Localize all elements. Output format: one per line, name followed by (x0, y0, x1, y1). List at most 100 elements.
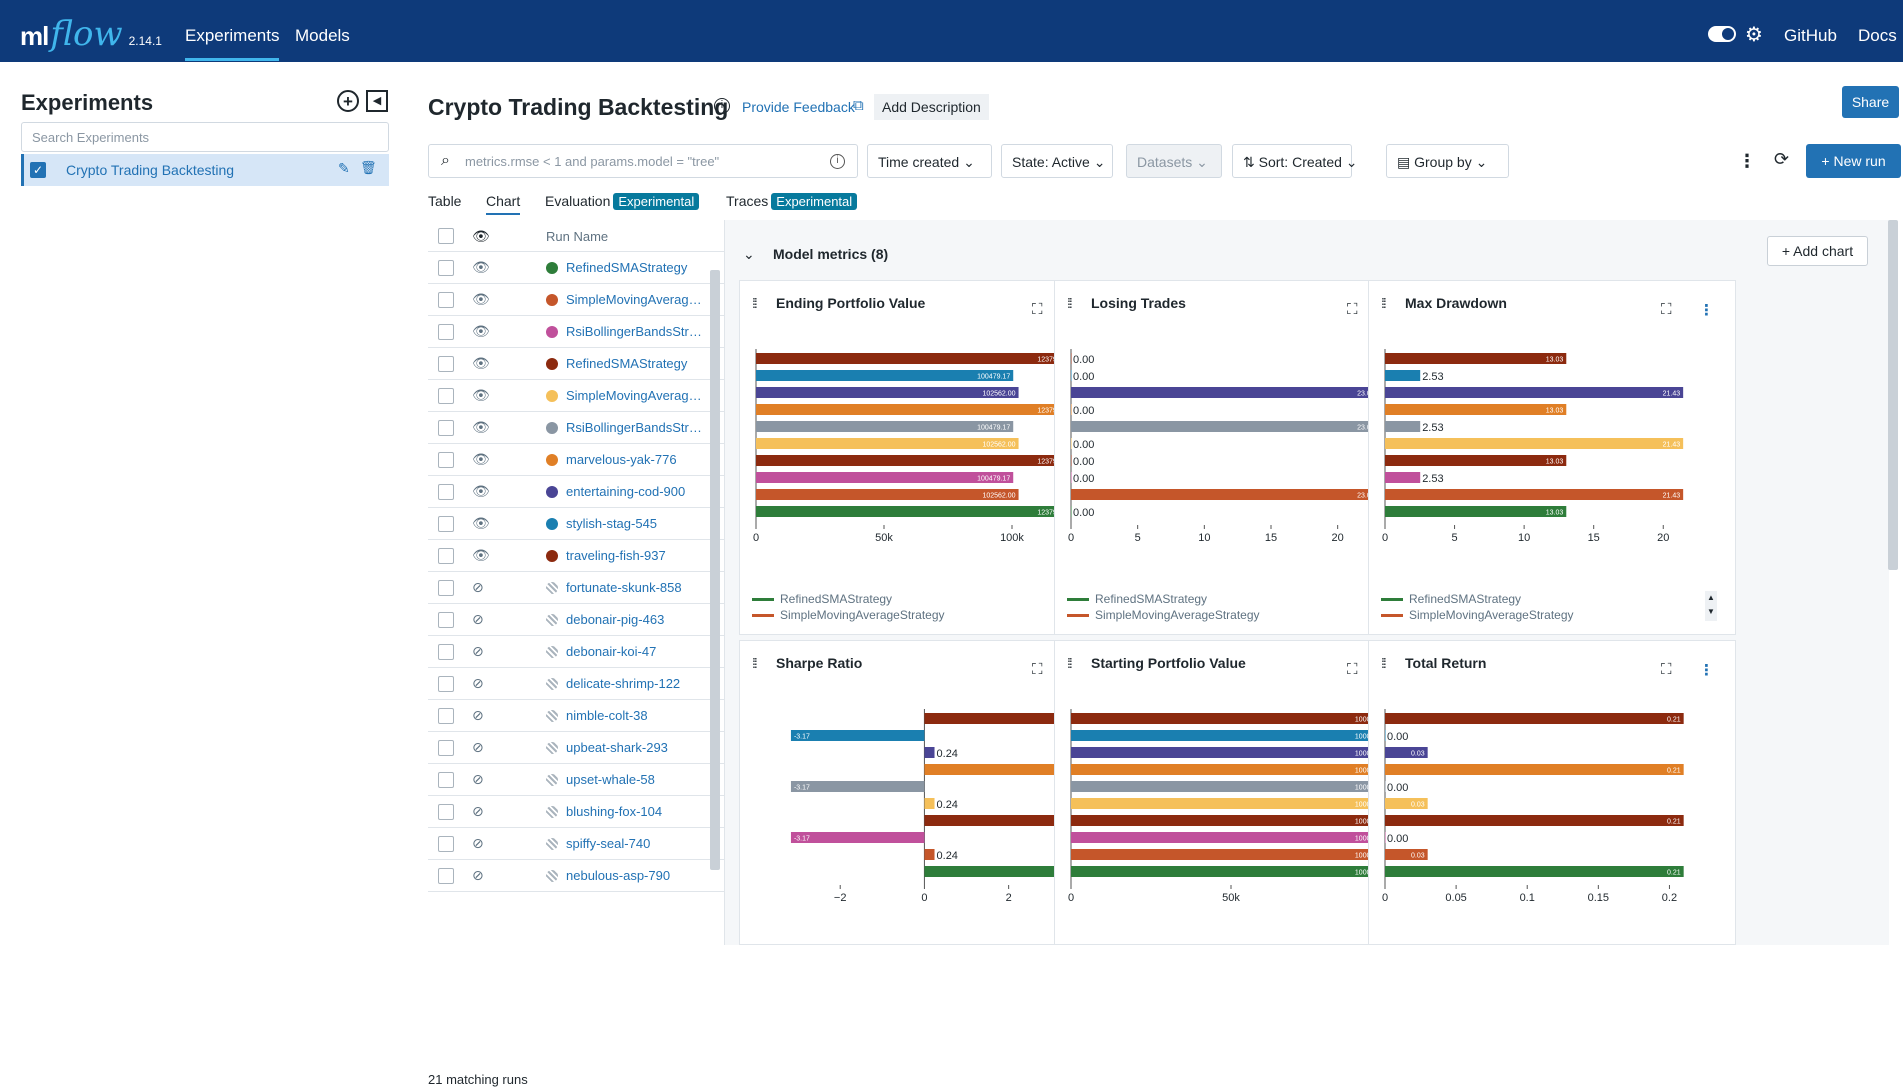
add-experiment-icon[interactable]: + (337, 90, 359, 112)
row-checkbox[interactable] (438, 868, 454, 884)
table-row[interactable]: 👁 RsiBollingerBandsStrategy (428, 412, 724, 444)
chevron-down-icon[interactable]: ⌄ (743, 246, 755, 263)
nav-experiments[interactable]: Experiments (185, 26, 280, 61)
row-checkbox[interactable] (438, 612, 454, 628)
run-color-dot[interactable] (546, 294, 558, 306)
drag-handle-icon[interactable]: ⁞⁞ (1381, 295, 1387, 311)
add-description-button[interactable]: Add Description (874, 94, 989, 120)
drag-handle-icon[interactable]: ⁞⁞ (1381, 655, 1387, 671)
fullscreen-icon[interactable]: ⛶ (1032, 661, 1043, 678)
eye-off-icon[interactable]: ⊘ (472, 579, 484, 596)
run-color-dot[interactable] (546, 614, 558, 626)
drag-handle-icon[interactable]: ⁞⁞ (752, 655, 758, 671)
run-color-dot[interactable] (546, 774, 558, 786)
row-checkbox[interactable] (438, 324, 454, 340)
legend-scroll[interactable]: ▲▼ (1705, 591, 1717, 621)
table-row[interactable]: ⊘ debonair-koi-47 (428, 636, 724, 668)
eye-off-icon[interactable]: ⊘ (472, 707, 484, 724)
run-color-dot[interactable] (546, 422, 558, 434)
run-color-dot[interactable] (546, 486, 558, 498)
run-color-dot[interactable] (546, 678, 558, 690)
run-color-dot[interactable] (546, 390, 558, 402)
run-name-link[interactable]: fortunate-skunk-858 (566, 580, 706, 595)
row-checkbox[interactable] (438, 580, 454, 596)
fullscreen-icon[interactable]: ⛶ (1661, 301, 1672, 318)
table-row[interactable]: 👁 SimpleMovingAverageStr... (428, 380, 724, 412)
run-color-dot[interactable] (546, 646, 558, 658)
row-checkbox[interactable] (438, 644, 454, 660)
provide-feedback-link[interactable]: Provide Feedback (742, 99, 855, 115)
eye-icon[interactable]: 👁 (472, 515, 490, 532)
run-name-link[interactable]: traveling-fish-937 (566, 548, 706, 563)
external-link-icon[interactable]: ⧉ (853, 97, 864, 114)
drag-handle-icon[interactable]: ⁞⁞ (752, 295, 758, 311)
run-name-link[interactable]: nebulous-asp-790 (566, 868, 706, 883)
eye-icon[interactable]: 👁 (472, 419, 490, 436)
eye-icon[interactable]: 👁 (472, 483, 490, 500)
table-row[interactable]: 👁 RefinedSMAStrategy (428, 252, 724, 284)
row-checkbox[interactable] (438, 708, 454, 724)
search-info-icon[interactable]: i (830, 154, 845, 169)
eye-icon[interactable]: 👁 (472, 355, 490, 372)
eye-off-icon[interactable]: ⊘ (472, 835, 484, 852)
run-name-link[interactable]: entertaining-cod-900 (566, 484, 706, 499)
legend-item[interactable]: SimpleMovingAverageStrategy (1381, 607, 1574, 623)
eye-off-icon[interactable]: ⊘ (472, 675, 484, 692)
state-dropdown[interactable]: State: Active ⌄ (1001, 144, 1113, 178)
run-name-link[interactable]: marvelous-yak-776 (566, 452, 706, 467)
nav-docs[interactable]: Docs (1858, 26, 1897, 46)
run-name-link[interactable]: delicate-shrimp-122 (566, 676, 706, 691)
run-color-dot[interactable] (546, 454, 558, 466)
sort-dropdown[interactable]: ⇅ Sort: Created ⌄ (1232, 144, 1358, 178)
run-name-link[interactable]: RsiBollingerBandsStrategy (566, 324, 706, 339)
eye-icon[interactable]: 👁 (472, 323, 490, 340)
eye-icon[interactable]: 👁 (472, 259, 490, 276)
search-experiments-input[interactable]: Search Experiments (21, 122, 389, 152)
run-name-link[interactable]: debonair-koi-47 (566, 644, 706, 659)
row-checkbox[interactable] (438, 260, 454, 276)
fullscreen-icon[interactable]: ⛶ (1347, 661, 1358, 678)
select-all-checkbox[interactable] (438, 228, 454, 244)
row-checkbox[interactable] (438, 292, 454, 308)
eye-off-icon[interactable]: ⊘ (472, 803, 484, 820)
mlflow-logo[interactable]: ml flow 2.14.1 (20, 14, 162, 54)
drag-handle-icon[interactable]: ⁞⁞ (1067, 655, 1073, 671)
legend-item[interactable]: SimpleMovingAverageStrategy (752, 607, 945, 623)
run-color-dot[interactable] (546, 582, 558, 594)
more-options-icon[interactable]: ⋮ (1738, 151, 1756, 172)
row-checkbox[interactable] (438, 420, 454, 436)
chart-menu-icon[interactable]: ⋮ (1699, 301, 1714, 319)
row-checkbox[interactable] (438, 516, 454, 532)
tab-table[interactable]: Table (428, 193, 461, 209)
row-checkbox[interactable] (438, 804, 454, 820)
tab-traces[interactable]: Traces Experimental (726, 193, 858, 210)
dark-mode-toggle[interactable] (1708, 26, 1736, 42)
edit-pencil-icon[interactable]: ✎ (338, 160, 350, 177)
run-name-link[interactable]: nimble-colt-38 (566, 708, 706, 723)
run-color-dot[interactable] (546, 742, 558, 754)
sidebar-item-experiment[interactable]: ✓ Crypto Trading Backtesting ✎ 🗑 (21, 154, 389, 186)
add-chart-button[interactable]: + Add chart (1767, 236, 1868, 266)
drag-handle-icon[interactable]: ⁞⁞ (1067, 295, 1073, 311)
legend-item[interactable]: SimpleMovingAverageStrategy (1067, 607, 1260, 623)
run-name-link[interactable]: RefinedSMAStrategy (566, 356, 706, 371)
table-row[interactable]: ⊘ fortunate-skunk-858 (428, 572, 724, 604)
run-name-link[interactable]: upbeat-shark-293 (566, 740, 706, 755)
row-checkbox[interactable] (438, 356, 454, 372)
table-row[interactable]: 👁 traveling-fish-937 (428, 540, 724, 572)
collapse-sidebar-icon[interactable]: ◀ (366, 90, 388, 112)
eye-icon[interactable]: 👁 (472, 547, 490, 564)
run-name-link[interactable]: upset-whale-58 (566, 772, 706, 787)
run-name-link[interactable]: RsiBollingerBandsStrategy (566, 420, 706, 435)
time-created-dropdown[interactable]: Time created ⌄ (867, 144, 992, 178)
run-color-dot[interactable] (546, 550, 558, 562)
fullscreen-icon[interactable]: ⛶ (1347, 301, 1358, 318)
eye-icon[interactable]: 👁 (472, 291, 490, 308)
run-color-dot[interactable] (546, 870, 558, 882)
row-checkbox[interactable] (438, 452, 454, 468)
table-row[interactable]: ⊘ upbeat-shark-293 (428, 732, 724, 764)
page-scrollbar[interactable] (1888, 220, 1898, 570)
runs-search-input[interactable]: ⌕ metrics.rmse < 1 and params.model = "t… (428, 144, 858, 178)
run-color-dot[interactable] (546, 838, 558, 850)
run-color-dot[interactable] (546, 326, 558, 338)
